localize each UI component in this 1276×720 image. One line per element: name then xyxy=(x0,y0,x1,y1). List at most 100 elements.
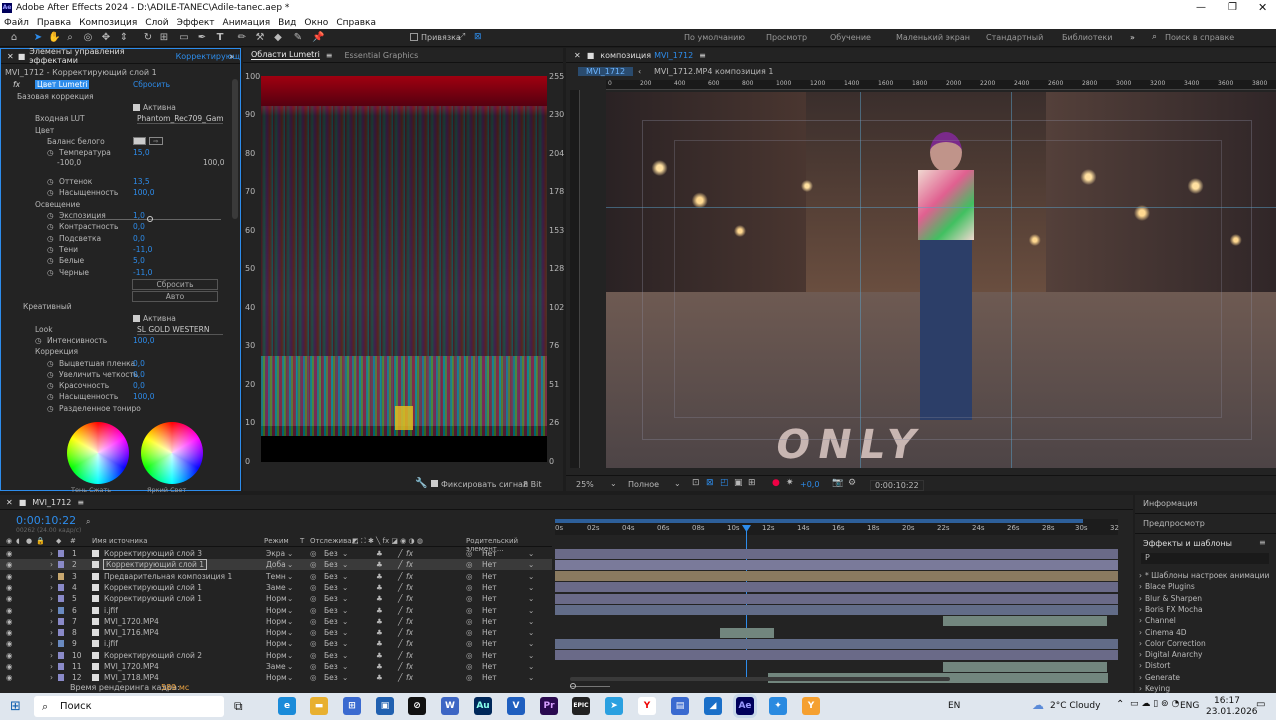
basic-correction-section[interactable]: Базовая коррекция xyxy=(17,92,94,101)
expand-chevron-icon[interactable]: › xyxy=(1139,650,1142,659)
layer-name[interactable]: MVI_1720.MP4 xyxy=(104,617,159,626)
shy-switch-icon[interactable]: ♣ xyxy=(376,560,383,569)
layer-row[interactable]: ◉ › 1 Корректирующий слой 3 Экра ⌄ ◎ Без ⌄ ♣ ╱ fx ◎ Н… xyxy=(0,548,552,559)
layer-mode-select[interactable]: Норм xyxy=(266,628,287,637)
track-matte-select[interactable]: Без xyxy=(324,651,338,660)
effects-category-item[interactable]: › Distort xyxy=(1139,661,1170,670)
quality-switch-icon[interactable]: ╱ xyxy=(398,606,403,615)
layer-mode-select[interactable]: Заме xyxy=(266,583,286,592)
anchor-tool-icon[interactable]: ⊞ xyxy=(158,32,170,44)
parent-pickwhip-icon[interactable]: ◎ xyxy=(466,617,473,626)
mode-dropdown-icon[interactable]: ⌄ xyxy=(287,673,293,682)
expand-chevron-icon[interactable]: › xyxy=(50,594,53,603)
layer-name[interactable]: i.jfif xyxy=(104,639,118,648)
quality-switch-icon[interactable]: ╱ xyxy=(398,617,403,626)
layer-name[interactable]: Корректирующий слой 1 xyxy=(104,594,202,603)
layer-track-bar[interactable] xyxy=(943,616,1107,627)
track-matte-icon[interactable]: ◎ xyxy=(310,549,317,558)
workspace-review[interactable]: Просмотр xyxy=(766,33,807,42)
track-matte-select[interactable]: Без xyxy=(324,606,338,615)
stopwatch-icon[interactable]: ◷ xyxy=(47,256,54,265)
layer-row[interactable]: ◉ › 6 i.jfif Норм ⌄ ◎ Без ⌄ ♣ ╱ fx ◎ Нет ⌄ xyxy=(0,605,552,616)
layer-search-icon[interactable]: ⌕ xyxy=(86,517,90,527)
track-matte-select[interactable]: Без xyxy=(324,673,338,682)
panel-menu-icon[interactable]: ≡ xyxy=(77,498,84,507)
layer-mode-select[interactable]: Темн xyxy=(266,572,286,581)
mode-dropdown-icon[interactable]: ⌄ xyxy=(287,606,293,615)
track-matte-icon[interactable]: ◎ xyxy=(310,617,317,626)
layer-row[interactable]: ◉ › 12 MVI_1718.MP4 Норм ⌄ ◎ Без ⌄ ♣ ╱ fx ◎ Нет ⌄ xyxy=(0,672,552,683)
layer-row[interactable]: ◉ › 2 Корректирующий слой 1 Доба ⌄ ◎ Без ⌄ ♣ ╱ fx ◎ Н… xyxy=(0,559,552,571)
track-dropdown-icon[interactable]: ⌄ xyxy=(342,594,348,603)
epic-games-icon[interactable]: EPIC xyxy=(572,697,590,715)
expand-chevron-icon[interactable]: › xyxy=(50,673,53,682)
timeline-ruler[interactable]: 0s 02s 04s 06s 08s 10s 12s 14s 16s 18s 2… xyxy=(555,519,1119,535)
expand-chevron-icon[interactable]: › xyxy=(50,639,53,648)
visibility-eye-icon[interactable]: ◉ xyxy=(6,572,13,581)
layer-row[interactable]: ◉ › 7 MVI_1720.MP4 Норм ⌄ ◎ Без ⌄ ♣ ╱ fx ◎ Нет ⌄ xyxy=(0,616,552,627)
layer-label-color[interactable] xyxy=(58,606,64,614)
breadcrumb-nested[interactable]: MVI_1712.MP4 композиция 1 xyxy=(654,67,773,76)
color-channels-icon[interactable]: ● xyxy=(772,478,780,488)
grid-icon[interactable]: ⊞ xyxy=(748,478,756,488)
shadows-value[interactable]: -11,0 xyxy=(133,245,152,254)
shy-switch-icon[interactable]: ♣ xyxy=(376,572,383,581)
yandex-icon[interactable]: Y xyxy=(638,697,656,715)
parent-pickwhip-icon[interactable]: ◎ xyxy=(466,639,473,648)
weather-text[interactable]: 2°C Cloudy xyxy=(1050,701,1100,711)
panel-menu-icon[interactable]: ≡ xyxy=(326,51,333,60)
parent-pickwhip-icon[interactable]: ◎ xyxy=(466,560,473,569)
parent-dropdown-icon[interactable]: ⌄ xyxy=(528,617,534,626)
expand-chevron-icon[interactable]: › xyxy=(1139,582,1142,591)
expand-chevron-icon[interactable]: › xyxy=(50,662,53,671)
mode-dropdown-icon[interactable]: ⌄ xyxy=(287,628,293,637)
visibility-eye-icon[interactable]: ◉ xyxy=(6,651,13,660)
hand-tool-icon[interactable]: ✋ xyxy=(48,32,60,44)
workspace-libraries[interactable]: Библиотеки xyxy=(1062,33,1112,42)
parent-dropdown-icon[interactable]: ⌄ xyxy=(528,639,534,648)
task-view-icon[interactable]: ⧉ xyxy=(234,699,243,714)
text-tool-icon[interactable]: T xyxy=(214,32,226,44)
rotate-tool-icon[interactable]: ↻ xyxy=(142,32,154,44)
effects-category-item[interactable]: › Blace Plugins xyxy=(1139,582,1195,591)
parent-select[interactable]: Нет xyxy=(482,594,497,603)
shy-switch-icon[interactable]: ♣ xyxy=(376,628,383,637)
mode-dropdown-icon[interactable]: ⌄ xyxy=(287,572,293,581)
expand-chevron-icon[interactable]: › xyxy=(50,617,53,626)
snap-options-icon[interactable]: ⤢ xyxy=(458,32,465,42)
panel-overflow-icon[interactable]: » xyxy=(229,52,234,61)
layer-track-bar[interactable] xyxy=(555,548,1118,559)
layer-mode-select[interactable]: Норм xyxy=(266,606,287,615)
menu-help[interactable]: Справка xyxy=(336,18,376,28)
visibility-eye-icon[interactable]: ◉ xyxy=(6,560,13,569)
visibility-eye-icon[interactable]: ◉ xyxy=(6,594,13,603)
track-dropdown-icon[interactable]: ⌄ xyxy=(342,651,348,660)
workspace-standard[interactable]: Стандартный xyxy=(986,33,1043,42)
track-dropdown-icon[interactable]: ⌄ xyxy=(342,583,348,592)
faded-film-value[interactable]: 0,0 xyxy=(133,359,145,368)
close-icon[interactable]: ✕ xyxy=(1258,1,1267,14)
layer-name[interactable]: MVI_1720.MP4 xyxy=(104,662,159,671)
layer-name[interactable]: Корректирующий слой 2 xyxy=(104,651,202,660)
layer-row[interactable]: ◉ › 3 Предварительная композиция 1 Темн ⌄ ◎ Без… xyxy=(0,571,552,582)
fx-switch-icon[interactable]: fx xyxy=(406,617,413,626)
track-dropdown-icon[interactable]: ⌄ xyxy=(342,639,348,648)
parent-select[interactable]: Нет xyxy=(482,572,497,581)
parent-select[interactable]: Нет xyxy=(482,560,497,569)
app-icon[interactable]: ▤ xyxy=(671,697,689,715)
panel-menu-icon[interactable]: ≡ xyxy=(1259,538,1266,547)
stopwatch-icon[interactable]: ◷ xyxy=(47,211,54,220)
resolution-select[interactable]: Полное xyxy=(628,480,659,489)
stopwatch-icon[interactable]: ◷ xyxy=(47,234,54,243)
breadcrumb-current[interactable]: MVI_1712 xyxy=(578,67,634,76)
expand-chevron-icon[interactable]: › xyxy=(50,549,53,558)
app-icon[interactable]: ◢ xyxy=(704,697,722,715)
stopwatch-icon[interactable]: ◷ xyxy=(47,381,54,390)
track-matte-icon[interactable]: ◎ xyxy=(310,560,317,569)
t-header[interactable]: T xyxy=(300,537,304,545)
parent-dropdown-icon[interactable]: ⌄ xyxy=(528,628,534,637)
layer-track-bar[interactable] xyxy=(555,650,1118,661)
lighting-section[interactable]: Освещение xyxy=(35,200,80,209)
layer-name[interactable]: i.jfif xyxy=(104,606,118,615)
layer-track-bar[interactable] xyxy=(555,571,1118,582)
